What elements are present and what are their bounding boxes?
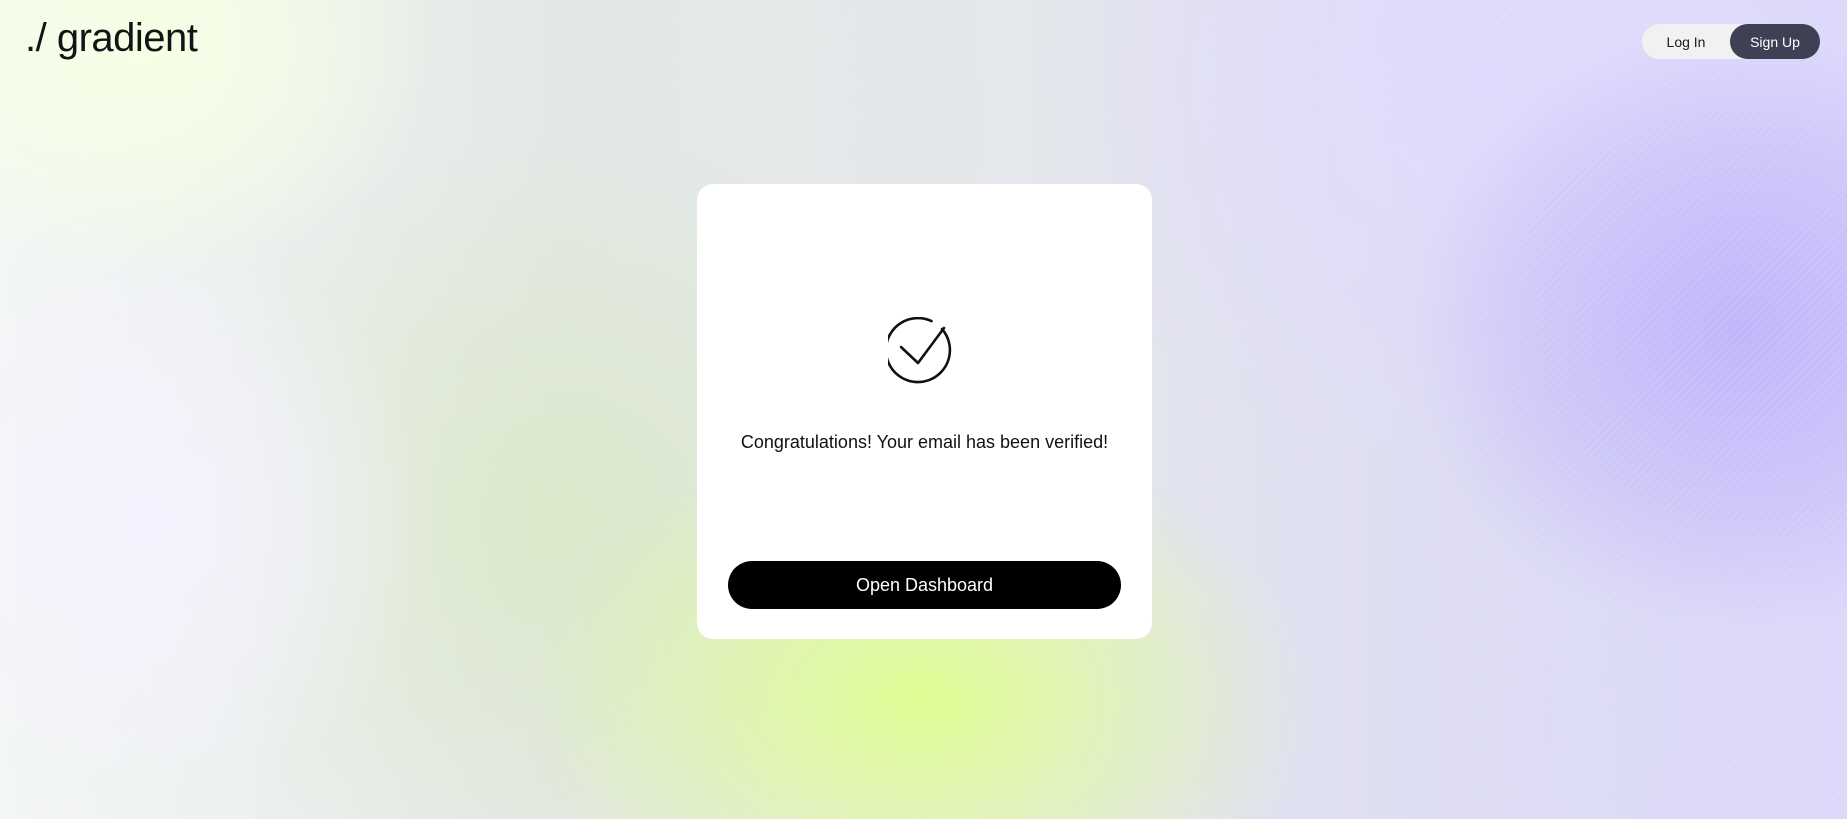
logo[interactable]: ./ gradient (25, 16, 198, 61)
open-dashboard-button[interactable]: Open Dashboard (728, 561, 1121, 609)
login-button[interactable]: Log In (1642, 24, 1730, 59)
verification-message: Congratulations! Your email has been ver… (740, 432, 1109, 452)
auth-toggle: Log In Sign Up (1642, 24, 1820, 59)
check-circle-icon (888, 317, 952, 384)
signup-button[interactable]: Sign Up (1730, 24, 1820, 59)
verification-card: Congratulations! Your email has been ver… (697, 184, 1152, 639)
